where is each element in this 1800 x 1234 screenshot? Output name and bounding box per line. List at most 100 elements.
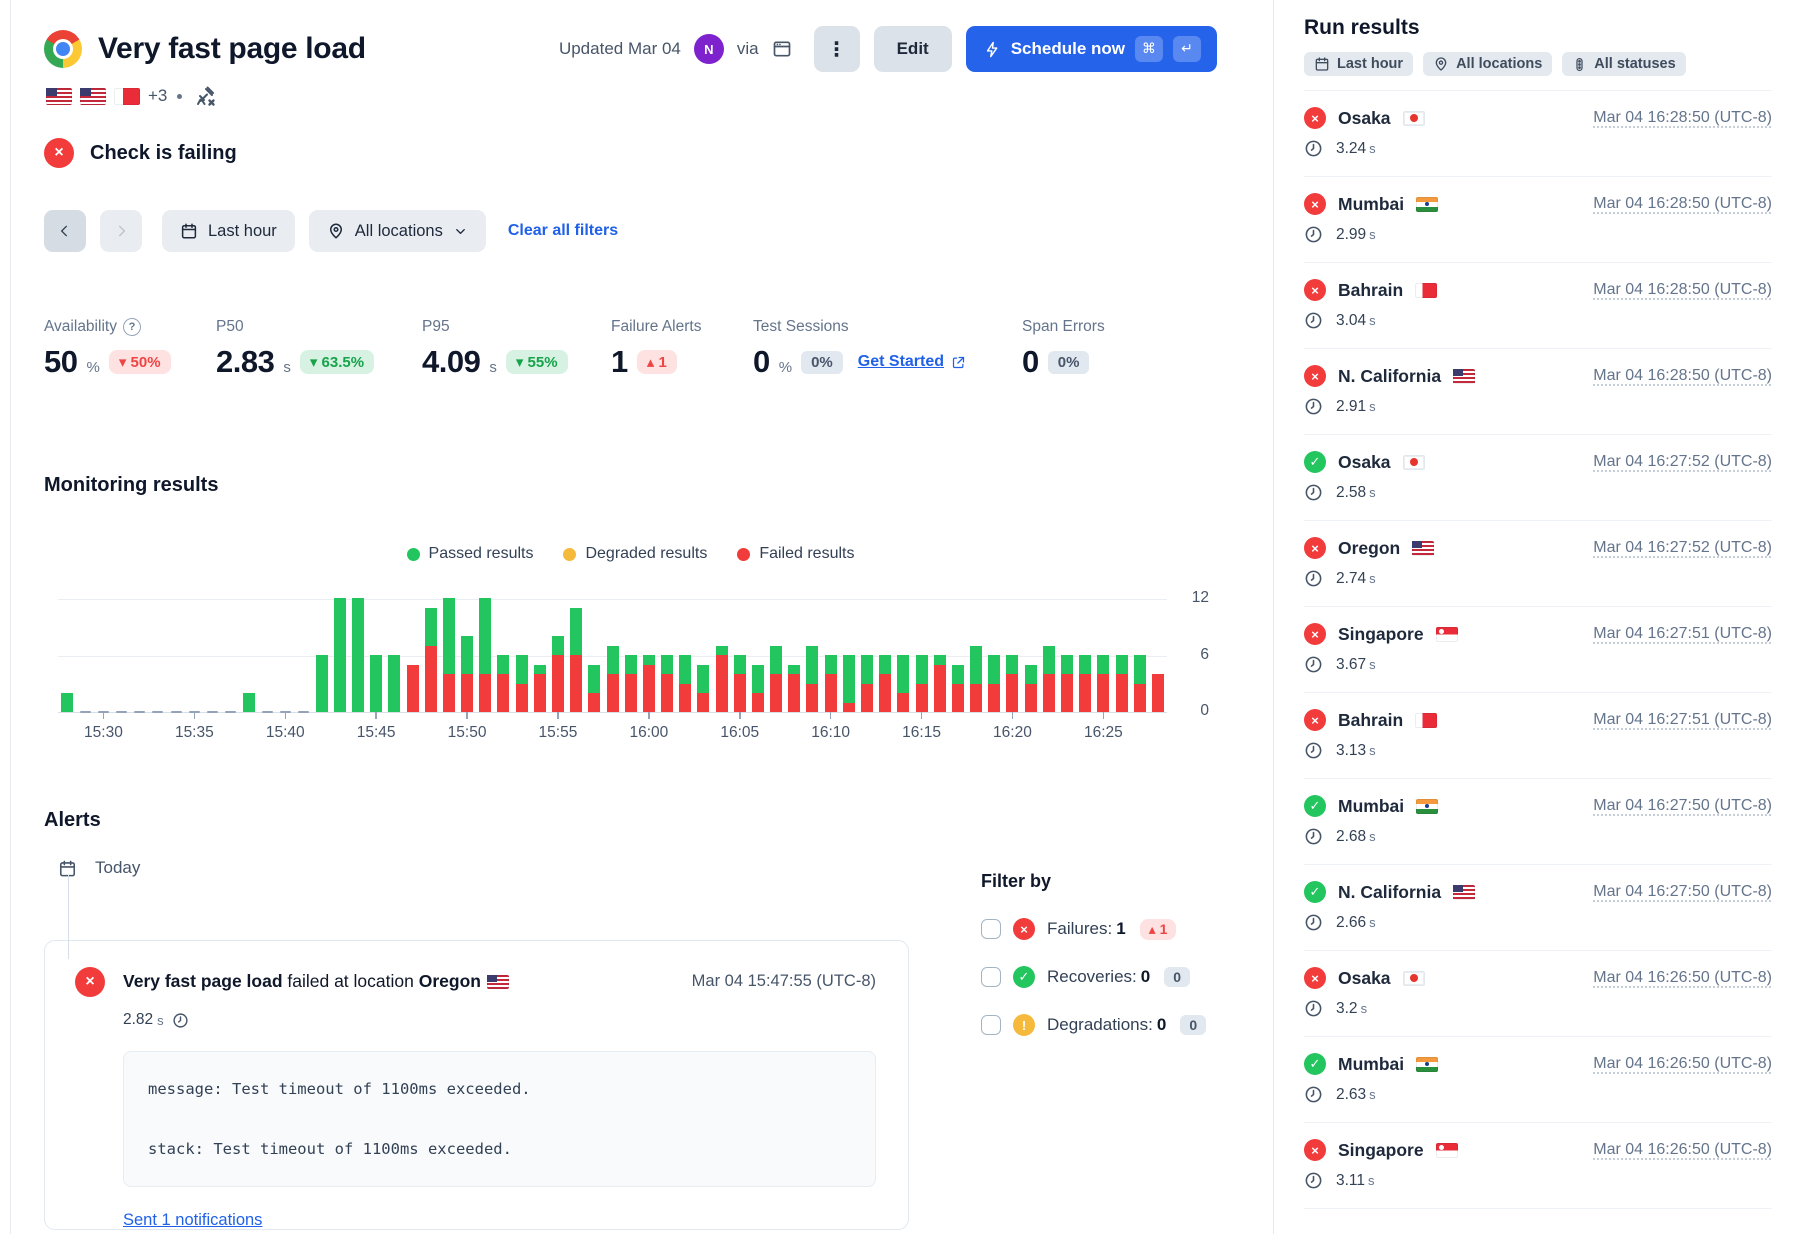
chart-bar-16:05[interactable] [734,655,746,712]
chart-bar-16:20[interactable] [1006,655,1018,712]
run-result-row[interactable]: ×OregonMar 04 16:27:52 (UTC-8)2.74s [1304,521,1772,607]
run-filter-chip-all-statuses[interactable]: All statuses [1562,52,1685,76]
chart-bar-15:47[interactable] [407,665,419,713]
chart-bar-15:57[interactable] [588,665,600,713]
chart-bar-15:50[interactable] [461,636,473,712]
run-result-row[interactable]: ×OsakaMar 04 16:28:50 (UTC-8)3.24s [1304,91,1772,177]
chart-bar-16:23[interactable] [1061,655,1073,712]
chart-bar-16:13[interactable] [879,655,891,712]
chart-bar-16:14[interactable] [897,655,909,712]
chart-bar-16:27[interactable] [1134,655,1146,712]
chart-bar-16:16[interactable] [934,655,946,712]
chart-bar-15:28[interactable] [61,693,73,712]
chart-bar-16:10[interactable] [825,655,837,712]
run-result-row[interactable]: ✓OsakaMar 04 16:27:52 (UTC-8)2.58s [1304,435,1772,521]
clear-all-filters-link[interactable]: Clear all filters [508,222,618,240]
chart-legend: Passed resultsDegraded resultsFailed res… [44,545,1217,563]
chart-bar-16:17[interactable] [952,665,964,713]
run-timestamp-link[interactable]: Mar 04 16:27:52 (UTC-8) [1593,539,1772,557]
run-filter-chip-last-hour[interactable]: Last hour [1304,52,1413,76]
chart-bar-16:21[interactable] [1025,665,1037,713]
chart-bar-15:54[interactable] [534,665,546,713]
run-timestamp-link[interactable]: Mar 04 16:28:50 (UTC-8) [1593,109,1772,127]
chart-bar-15:58[interactable] [607,646,619,713]
chart-bar-16:12[interactable] [861,655,873,712]
run-result-row[interactable]: ×BahrainMar 04 16:27:51 (UTC-8)3.13s [1304,693,1772,779]
chart-bar-16:03[interactable] [697,665,709,713]
run-timestamp-link[interactable]: Mar 04 16:28:50 (UTC-8) [1593,367,1772,385]
run-result-row[interactable]: ×SingaporeMar 04 16:26:50 (UTC-8)3.11s [1304,1123,1772,1209]
chart-bar-16:04[interactable] [716,646,728,713]
chart-bar-16:15[interactable] [916,655,928,712]
schedule-now-button[interactable]: Schedule now ⌘ ↵ [966,26,1217,72]
run-timestamp-link[interactable]: Mar 04 16:28:50 (UTC-8) [1593,281,1772,299]
chart-bar-16:18[interactable] [970,646,982,713]
chart-bar-15:49[interactable] [443,598,455,712]
locations-filter-dropdown[interactable]: All locations [309,210,486,252]
checkbox[interactable] [981,967,1001,987]
chart-bar-15:53[interactable] [516,655,528,712]
run-timestamp-link[interactable]: Mar 04 16:27:50 (UTC-8) [1593,883,1772,901]
checkbox[interactable] [981,1015,1001,1035]
avatar[interactable]: N [694,34,724,64]
passed-segment [897,655,909,693]
chart-bar-16:09[interactable] [806,646,818,713]
help-icon[interactable]: ? [123,318,141,336]
run-result-row[interactable]: ×OsakaMar 04 16:26:50 (UTC-8)3.2s [1304,951,1772,1037]
chart-bar-15:51[interactable] [479,598,491,712]
time-range-filter-button[interactable]: Last hour [162,210,295,252]
chart-bar-15:45[interactable] [370,655,382,712]
run-result-row[interactable]: ×SingaporeMar 04 16:27:51 (UTC-8)3.67s [1304,607,1772,693]
run-timestamp-link[interactable]: Mar 04 16:27:52 (UTC-8) [1593,453,1772,471]
run-timestamp-link[interactable]: Mar 04 16:27:51 (UTC-8) [1593,711,1772,729]
chart-bar-15:44[interactable] [352,598,364,712]
run-timestamp-link[interactable]: Mar 04 16:28:50 (UTC-8) [1593,195,1772,213]
chart-bar-15:48[interactable] [425,608,437,713]
prev-page-button[interactable] [44,210,86,252]
chart-bar-15:59[interactable] [625,655,637,712]
edit-button[interactable]: Edit [874,26,952,72]
chart-bar-15:43[interactable] [334,598,346,712]
run-filter-chip-all-locations[interactable]: All locations [1423,52,1552,76]
chart-bar-15:55[interactable] [552,636,564,712]
alert-card[interactable]: × Very fast page load failed at location… [44,940,909,1230]
chart-bar-16:00[interactable] [643,655,655,712]
chart-bar-15:52[interactable] [497,655,509,712]
run-result-row[interactable]: ×MumbaiMar 04 16:28:50 (UTC-8)2.99s [1304,177,1772,263]
kebab-menu-button[interactable]: ⋮ [814,26,860,72]
checkbox[interactable] [981,919,1001,939]
run-timestamp-link[interactable]: Mar 04 16:27:50 (UTC-8) [1593,797,1772,815]
run-timestamp-link[interactable]: Mar 04 16:26:50 (UTC-8) [1593,1055,1772,1073]
chart-bar-16:07[interactable] [770,646,782,713]
chart-bar-15:38[interactable] [243,693,255,712]
chart-bar-15:56[interactable] [570,608,582,713]
stat-unit: s [283,359,291,376]
chart-bar-16:24[interactable] [1079,655,1091,712]
run-result-row[interactable]: ×N. CaliforniaMar 04 16:28:50 (UTC-8)2.9… [1304,349,1772,435]
chart-bar-16:25[interactable] [1097,655,1109,712]
notifications-link[interactable]: Sent 1 notifications [123,1211,262,1230]
run-duration: 3.04s [1336,312,1376,330]
run-timestamp-link[interactable]: Mar 04 16:26:50 (UTC-8) [1593,1141,1772,1159]
chart-bar-16:26[interactable] [1116,655,1128,712]
run-timestamp-link[interactable]: Mar 04 16:26:50 (UTC-8) [1593,969,1772,987]
run-result-row[interactable]: ✓MumbaiMar 04 16:27:50 (UTC-8)2.68s [1304,779,1772,865]
run-results-filters: Last hour All locations All statuses [1304,52,1772,91]
run-timestamp-link[interactable]: Mar 04 16:27:51 (UTC-8) [1593,625,1772,643]
next-page-button[interactable] [100,210,142,252]
chart-bar-16:02[interactable] [679,655,691,712]
get-started-link[interactable]: Get Started [858,353,966,371]
chart-bar-16:19[interactable] [988,655,1000,712]
run-result-row[interactable]: ✓N. CaliforniaMar 04 16:27:50 (UTC-8)2.6… [1304,865,1772,951]
enter-key-icon: ↵ [1173,36,1201,62]
chart-bar-16:11[interactable] [843,655,855,712]
run-result-row[interactable]: ✓MumbaiMar 04 16:26:50 (UTC-8)2.63s [1304,1037,1772,1123]
chart-bar-16:08[interactable] [788,665,800,713]
chart-bar-16:22[interactable] [1043,646,1055,713]
chart-bar-15:42[interactable] [316,655,328,712]
chart-bar-16:06[interactable] [752,665,764,713]
chart-bar-16:01[interactable] [661,655,673,712]
chart-bar-16:28[interactable] [1152,674,1164,712]
chart-bar-15:46[interactable] [388,655,400,712]
run-result-row[interactable]: ×BahrainMar 04 16:28:50 (UTC-8)3.04s [1304,263,1772,349]
